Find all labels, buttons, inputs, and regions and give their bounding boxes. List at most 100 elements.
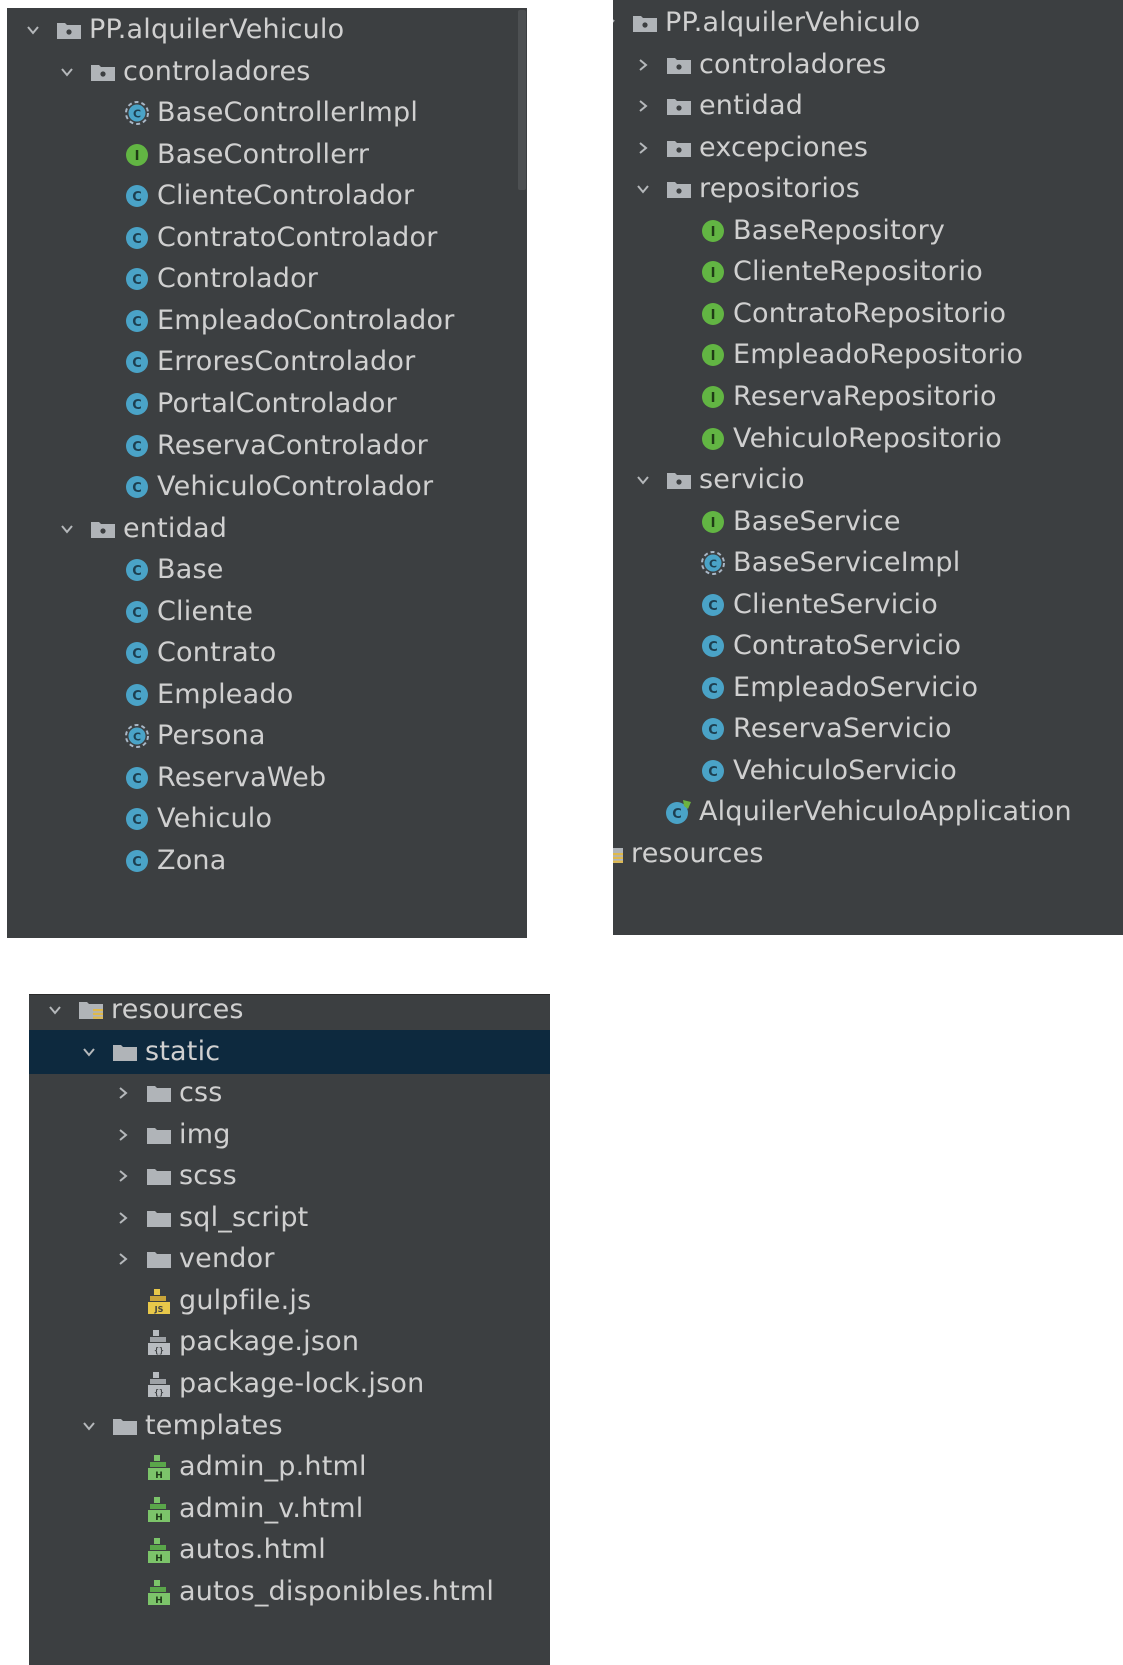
tree-node-reservaweb[interactable]: C ReservaWeb — [7, 756, 527, 800]
svg-text:I: I — [711, 225, 716, 240]
tree-node-reservarepositorio[interactable]: I ReservaRepositorio — [613, 375, 1123, 419]
tree-node-package-lock-json[interactable]: {} package-lock.json — [29, 1362, 550, 1406]
tree-node-contratoservicio[interactable]: C ContratoServicio — [613, 624, 1123, 668]
chevron-down-icon[interactable] — [25, 8, 41, 52]
tree-node-pp-alquilervehiculo[interactable]: PP.alquilerVehiculo — [7, 8, 527, 52]
tree-node-persona[interactable]: C Persona — [7, 714, 527, 758]
chevron-down-icon[interactable] — [81, 1404, 97, 1448]
tree-node-label: ReservaRepositorio — [733, 380, 997, 412]
tree-node-base[interactable]: C Base — [7, 548, 527, 592]
tree-node-contratocontrolador[interactable]: C ContratoControlador — [7, 216, 527, 260]
tree-node-reservacontrolador[interactable]: C ReservaControlador — [7, 424, 527, 468]
svg-text:C: C — [132, 440, 142, 455]
tree-node-admin-p-html[interactable]: Hadmin_p.html — [29, 1445, 550, 1489]
tree-node-contrato[interactable]: C Contrato — [7, 631, 527, 675]
class-icon: C — [699, 666, 727, 710]
chevron-down-icon[interactable] — [613, 1, 617, 45]
tree-node-clienterepositorio[interactable]: I ClienteRepositorio — [613, 250, 1123, 294]
tree-node-img[interactable]: img — [29, 1113, 550, 1157]
tree-node-errorescontrolador[interactable]: C ErroresControlador — [7, 340, 527, 384]
folder-icon — [111, 1404, 139, 1448]
chevron-right-icon[interactable] — [635, 43, 651, 87]
tree-node-empleadocontrolador[interactable]: C EmpleadoControlador — [7, 299, 527, 343]
tree-node-vehiculorepositorio[interactable]: I VehiculoRepositorio — [613, 417, 1123, 461]
tree-node-vehiculocontrolador[interactable]: C VehiculoControlador — [7, 465, 527, 509]
tree-node-pp-alquilervehiculo[interactable]: PP.alquilerVehiculo — [613, 1, 1123, 45]
json-file-icon: {} — [145, 1362, 173, 1406]
chevron-right-icon[interactable] — [115, 1113, 131, 1157]
tree-node-autos-disponibles-html[interactable]: Hautos_disponibles.html — [29, 1570, 550, 1614]
tree-node-empleadoservicio[interactable]: C EmpleadoServicio — [613, 666, 1123, 710]
tree-node-repositorios[interactable]: repositorios — [613, 167, 1123, 211]
chevron-down-icon[interactable] — [635, 167, 651, 211]
tree-node-empleadorepositorio[interactable]: I EmpleadoRepositorio — [613, 333, 1123, 377]
spring-app-class-icon: C — [665, 790, 693, 834]
tree-node-resources[interactable]: resources — [29, 995, 550, 1032]
tree-node-label: ReservaServicio — [733, 713, 952, 745]
svg-text:H: H — [155, 1471, 163, 1481]
tree-node-label: sql_script — [179, 1201, 309, 1233]
tree-node-controlador[interactable]: C Controlador — [7, 257, 527, 301]
tree-node-autos-html[interactable]: Hautos.html — [29, 1528, 550, 1572]
json-file-icon: {} — [145, 1320, 173, 1364]
tree-node-resources[interactable]: resources — [613, 832, 1123, 876]
chevron-right-icon[interactable] — [115, 1071, 131, 1115]
tree-node-sql-script[interactable]: sql_script — [29, 1196, 550, 1240]
tree-node-templates[interactable]: templates — [29, 1404, 550, 1448]
svg-text:C: C — [133, 108, 141, 121]
tree-node-empleado[interactable]: C Empleado — [7, 673, 527, 717]
svg-text:I: I — [711, 308, 716, 323]
tree-node-package-json[interactable]: {} package.json — [29, 1320, 550, 1364]
tree-node-servicio[interactable]: servicio — [613, 458, 1123, 502]
chevron-right-icon[interactable] — [115, 1196, 131, 1240]
tree-node-entidad[interactable]: entidad — [613, 84, 1123, 128]
tree-node-css[interactable]: css — [29, 1071, 550, 1115]
tree-node-admin-v-html[interactable]: Hadmin_v.html — [29, 1487, 550, 1531]
tree-node-baseservice[interactable]: I BaseService — [613, 500, 1123, 544]
chevron-right-icon[interactable] — [635, 84, 651, 128]
folder-icon — [111, 1030, 139, 1074]
tree-node-excepciones[interactable]: excepciones — [613, 126, 1123, 170]
tree-node-baseserviceimpl[interactable]: C BaseServiceImpl — [613, 541, 1123, 585]
tree-node-basecontrollerr[interactable]: I BaseControllerr — [7, 133, 527, 177]
tree-node-controladores[interactable]: controladores — [613, 43, 1123, 87]
tree-node-entidad[interactable]: entidad — [7, 507, 527, 551]
tree-node-static[interactable]: static — [29, 1029, 550, 1074]
package-folder-icon — [89, 507, 117, 551]
tree-node-gulpfile-js[interactable]: JS gulpfile.js — [29, 1279, 550, 1323]
interface-icon: I — [123, 133, 151, 177]
tree-node-alquilervehiculoapplication[interactable]: C AlquilerVehiculoApplication — [613, 790, 1123, 834]
tree-node-label: Vehiculo — [157, 803, 273, 835]
tree-node-basecontrollerimpl[interactable]: C BaseControllerImpl — [7, 91, 527, 135]
chevron-down-icon[interactable] — [635, 458, 651, 502]
tree-node-baserepository[interactable]: I BaseRepository — [613, 209, 1123, 253]
tree-node-portalcontrolador[interactable]: C PortalControlador — [7, 382, 527, 426]
tree-node-controladores[interactable]: controladores — [7, 50, 527, 94]
tree-node-reservaservicio[interactable]: C ReservaServicio — [613, 707, 1123, 751]
chevron-right-icon[interactable] — [115, 1154, 131, 1198]
chevron-down-icon[interactable] — [59, 50, 75, 94]
class-icon: C — [123, 756, 151, 800]
chevron-down-icon[interactable] — [47, 995, 63, 1032]
chevron-right-icon[interactable] — [635, 126, 651, 170]
tree-node-label: Persona — [157, 720, 266, 752]
tree-node-scss[interactable]: scss — [29, 1154, 550, 1198]
chevron-down-icon[interactable] — [59, 507, 75, 551]
svg-text:C: C — [708, 723, 718, 738]
chevron-down-icon[interactable] — [81, 1030, 97, 1074]
tree-node-contratorepositorio[interactable]: I ContratoRepositorio — [613, 292, 1123, 336]
tree-node-zona[interactable]: C Zona — [7, 839, 527, 883]
chevron-right-icon[interactable] — [115, 1237, 131, 1281]
tree-node-clientecontrolador[interactable]: C ClienteControlador — [7, 174, 527, 218]
tree-node-vendor[interactable]: vendor — [29, 1237, 550, 1281]
svg-text:{}: {} — [154, 1388, 164, 1397]
svg-text:C: C — [132, 855, 142, 870]
package-folder-icon — [665, 458, 693, 502]
folder-icon — [145, 1196, 173, 1240]
interface-icon: I — [699, 292, 727, 336]
tree-node-clienteservicio[interactable]: C ClienteServicio — [613, 583, 1123, 627]
tree-node-vehiculo[interactable]: C Vehiculo — [7, 797, 527, 841]
tree-node-vehiculoservicio[interactable]: C VehiculoServicio — [613, 749, 1123, 793]
tree-node-cliente[interactable]: C Cliente — [7, 590, 527, 634]
tree-node-label: package-lock.json — [179, 1367, 425, 1399]
